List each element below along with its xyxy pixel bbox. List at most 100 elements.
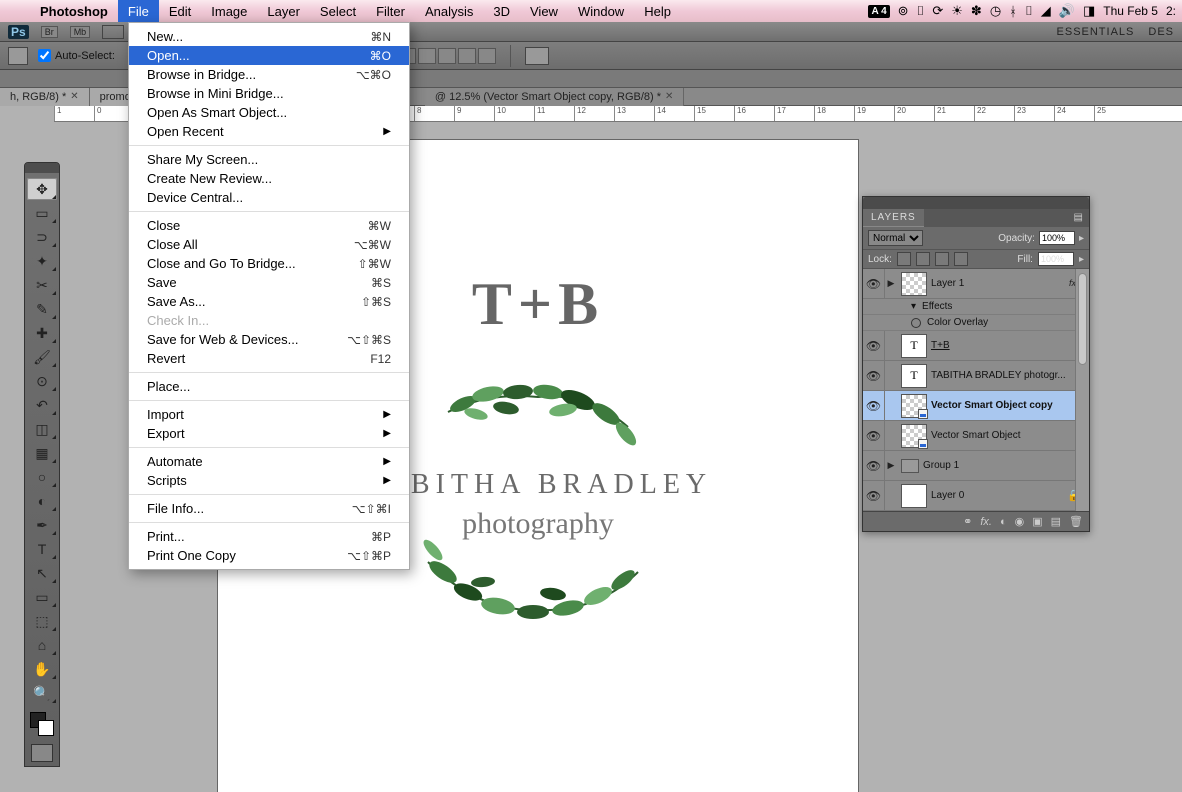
bridge-icon[interactable]: Br: [41, 26, 58, 38]
menu-help[interactable]: Help: [634, 0, 681, 22]
layers-tab[interactable]: LAYERS: [863, 209, 924, 227]
visibility-icon[interactable]: 👁: [863, 451, 885, 480]
menu-item-scripts[interactable]: Scripts▶: [129, 471, 409, 490]
panel-grip[interactable]: [863, 197, 1089, 209]
move-tool-preset[interactable]: [8, 47, 28, 65]
visibility-icon[interactable]: 👁: [863, 361, 885, 390]
3dcam-tool[interactable]: ⌂: [27, 634, 57, 656]
auto-align-icon[interactable]: [525, 47, 549, 65]
menu-item-share-my-screen-[interactable]: Share My Screen...: [129, 150, 409, 169]
menu-item-print-[interactable]: Print...⌘P: [129, 527, 409, 546]
scrollbar[interactable]: [1075, 269, 1089, 511]
color-swatches[interactable]: [27, 710, 57, 740]
lock-pixels-icon[interactable]: [916, 252, 930, 266]
menu-item-save-as-[interactable]: Save As...⇧⌘S: [129, 292, 409, 311]
visibility-icon[interactable]: 👁: [863, 481, 885, 510]
menu-item-file-info-[interactable]: File Info...⌥⇧⌘I: [129, 499, 409, 518]
layer-row[interactable]: 👁▶Layer 1fx ▾: [863, 269, 1089, 299]
layer-row[interactable]: 👁TT+B: [863, 331, 1089, 361]
adj-icon[interactable]: ◉: [1015, 515, 1025, 528]
3d-tool[interactable]: ⬚: [27, 610, 57, 632]
fx-icon[interactable]: fx.: [980, 516, 992, 528]
menu-item-browse-in-bridge-[interactable]: Browse in Bridge...⌥⌘O: [129, 65, 409, 84]
marquee-tool[interactable]: ▭: [27, 202, 57, 224]
menu-item-close[interactable]: Close⌘W: [129, 216, 409, 235]
move-tool[interactable]: ✥: [27, 178, 57, 200]
menu-item-close-all[interactable]: Close All⌥⌘W: [129, 235, 409, 254]
timemachine-icon[interactable]: ◷: [990, 3, 1001, 19]
visibility-icon[interactable]: 👁: [863, 269, 885, 298]
dropbox-icon[interactable]: ⌷: [917, 3, 925, 19]
dist2-6[interactable]: [478, 48, 496, 64]
menu-item-browse-in-mini-bridge-[interactable]: Browse in Mini Bridge...: [129, 84, 409, 103]
minibridge-icon[interactable]: Mb: [70, 26, 91, 38]
group-icon[interactable]: ▣: [1032, 515, 1042, 528]
pen-tool[interactable]: ✒: [27, 514, 57, 536]
menu-window[interactable]: Window: [568, 0, 634, 22]
layer-row[interactable]: 👁Vector Smart Object copy: [863, 391, 1089, 421]
dist2-3[interactable]: [418, 48, 436, 64]
sync-icon[interactable]: ⟳: [932, 3, 943, 19]
display-icon[interactable]: ☀: [951, 3, 963, 19]
layer-row[interactable]: 👁Layer 0🔒: [863, 481, 1089, 511]
menu-item-import[interactable]: Import▶: [129, 405, 409, 424]
doc-tab-1[interactable]: h, RGB/8) *✕: [0, 88, 90, 106]
stamp-tool[interactable]: ⊙: [27, 370, 57, 392]
workspace-essentials[interactable]: ESSENTIALS: [1057, 26, 1135, 38]
workspace-design[interactable]: DES: [1148, 26, 1174, 38]
layer-row[interactable]: 👁Vector Smart Object: [863, 421, 1089, 451]
wifi-icon[interactable]: ⌷: [1025, 3, 1033, 19]
layer-row[interactable]: 👁▶Group 1: [863, 451, 1089, 481]
link-layers-icon[interactable]: ⚭: [963, 515, 972, 528]
menu-item-save[interactable]: Save⌘S: [129, 273, 409, 292]
menu-item-create-new-review-[interactable]: Create New Review...: [129, 169, 409, 188]
menu-file[interactable]: File: [118, 0, 159, 22]
wand-tool[interactable]: ✦: [27, 250, 57, 272]
app-name[interactable]: Photoshop: [30, 4, 118, 19]
menu-item-place-[interactable]: Place...: [129, 377, 409, 396]
auto-select-checkbox[interactable]: [38, 49, 51, 62]
menu-item-open-as-smart-object-[interactable]: Open As Smart Object...: [129, 103, 409, 122]
dodge-tool[interactable]: ◐: [27, 490, 57, 512]
doc-tab-3[interactable]: @ 12.5% (Vector Smart Object copy, RGB/8…: [425, 88, 685, 106]
visibility-icon[interactable]: 👁: [863, 331, 885, 360]
opacity-field[interactable]: 100%: [1039, 231, 1075, 245]
heal-tool[interactable]: ✚: [27, 322, 57, 344]
menu-filter[interactable]: Filter: [366, 0, 415, 22]
menu-item-device-central-[interactable]: Device Central...: [129, 188, 409, 207]
dist2-4[interactable]: [438, 48, 456, 64]
menu-item-open-recent[interactable]: Open Recent▶: [129, 122, 409, 141]
brush-tool[interactable]: 🖌: [27, 346, 57, 368]
ps-icon[interactable]: Ps: [8, 25, 29, 39]
cc-icon[interactable]: ⊚: [898, 3, 909, 19]
close-icon[interactable]: ✕: [665, 91, 673, 102]
menu-select[interactable]: Select: [310, 0, 366, 22]
trash-icon[interactable]: 🗑: [1069, 515, 1083, 528]
eyedrop-tool[interactable]: ✎: [27, 298, 57, 320]
visibility-icon[interactable]: 👁: [863, 391, 885, 420]
zoom-tool[interactable]: 🔍: [27, 682, 57, 704]
blend-mode-select[interactable]: Normal: [868, 230, 923, 246]
gradient-tool[interactable]: ▦: [27, 442, 57, 464]
wifi2-icon[interactable]: ◢: [1041, 3, 1051, 19]
menu-image[interactable]: Image: [201, 0, 257, 22]
layer-effect[interactable]: Color Overlay: [863, 315, 1089, 331]
close-icon[interactable]: ✕: [70, 91, 78, 102]
menu-edit[interactable]: Edit: [159, 0, 201, 22]
menu-layer[interactable]: Layer: [257, 0, 310, 22]
lock-trans-icon[interactable]: [897, 252, 911, 266]
bluetooth-icon[interactable]: ᚼ: [1009, 4, 1017, 19]
volume-icon[interactable]: 🔊: [1059, 3, 1075, 19]
dist2-5[interactable]: [458, 48, 476, 64]
crop-tool[interactable]: ✂: [27, 274, 57, 296]
menu-item-export[interactable]: Export▶: [129, 424, 409, 443]
adobe-icon[interactable]: A 4: [868, 5, 889, 18]
mask-icon[interactable]: ◐: [1000, 516, 1007, 528]
hand-tool[interactable]: ✋: [27, 658, 57, 680]
type-tool[interactable]: T: [27, 538, 57, 560]
menu-item-print-one-copy[interactable]: Print One Copy⌥⇧⌘P: [129, 546, 409, 565]
blur-tool[interactable]: ○: [27, 466, 57, 488]
path-tool[interactable]: ↖: [27, 562, 57, 584]
visibility-icon[interactable]: 👁: [863, 421, 885, 450]
clock[interactable]: Thu Feb 5: [1103, 4, 1158, 18]
